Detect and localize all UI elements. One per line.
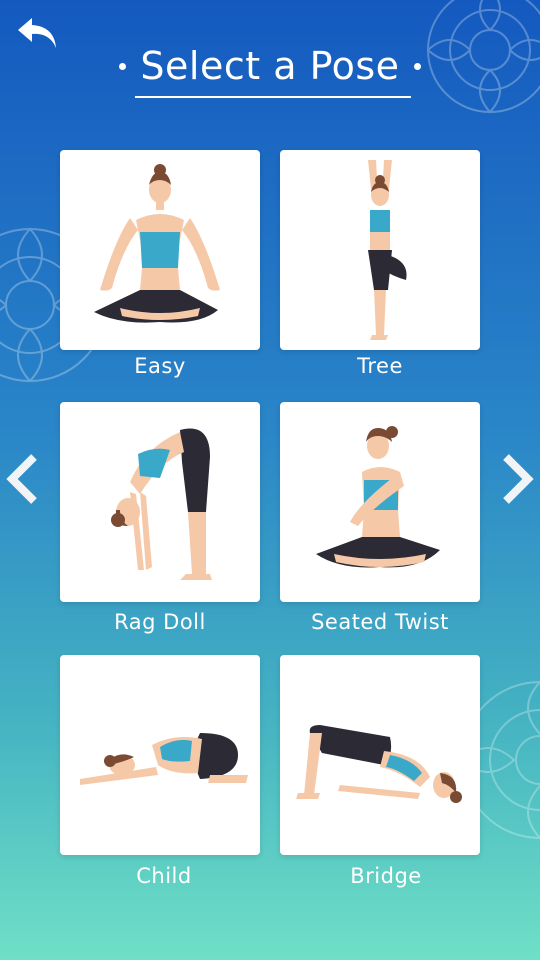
pose-label-tree: Tree xyxy=(357,354,403,378)
title-dot-left xyxy=(119,62,127,70)
pose-label-seated-twist: Seated Twist xyxy=(311,610,449,634)
header: Select a Pose xyxy=(0,40,540,92)
page-title: Select a Pose xyxy=(119,40,421,92)
child-pose-illustration xyxy=(80,733,248,785)
pose-label-bridge: Bridge xyxy=(350,864,422,888)
pose-card-seated-twist[interactable] xyxy=(280,402,480,602)
pose-card-tree[interactable] xyxy=(280,150,480,350)
pose-card-bridge[interactable] xyxy=(280,655,480,855)
seated-twist-pose-illustration xyxy=(316,426,440,568)
pose-card-easy[interactable] xyxy=(60,150,260,350)
page-title-text: Select a Pose xyxy=(140,44,400,88)
bridge-pose-illustration xyxy=(296,725,462,803)
pose-card-child[interactable] xyxy=(60,655,260,855)
pose-label-child: Child xyxy=(136,864,192,888)
title-underline xyxy=(135,96,411,98)
pose-card-rag-doll[interactable] xyxy=(60,402,260,602)
chevron-left-icon[interactable] xyxy=(4,453,44,505)
rag-doll-pose-illustration xyxy=(111,428,212,580)
tree-pose-illustration xyxy=(368,160,407,340)
pose-label-easy: Easy xyxy=(134,354,186,378)
chevron-right-icon[interactable] xyxy=(496,453,536,505)
title-dot-right xyxy=(413,62,421,70)
easy-pose-illustration xyxy=(94,164,220,323)
pose-label-rag-doll: Rag Doll xyxy=(114,610,206,634)
